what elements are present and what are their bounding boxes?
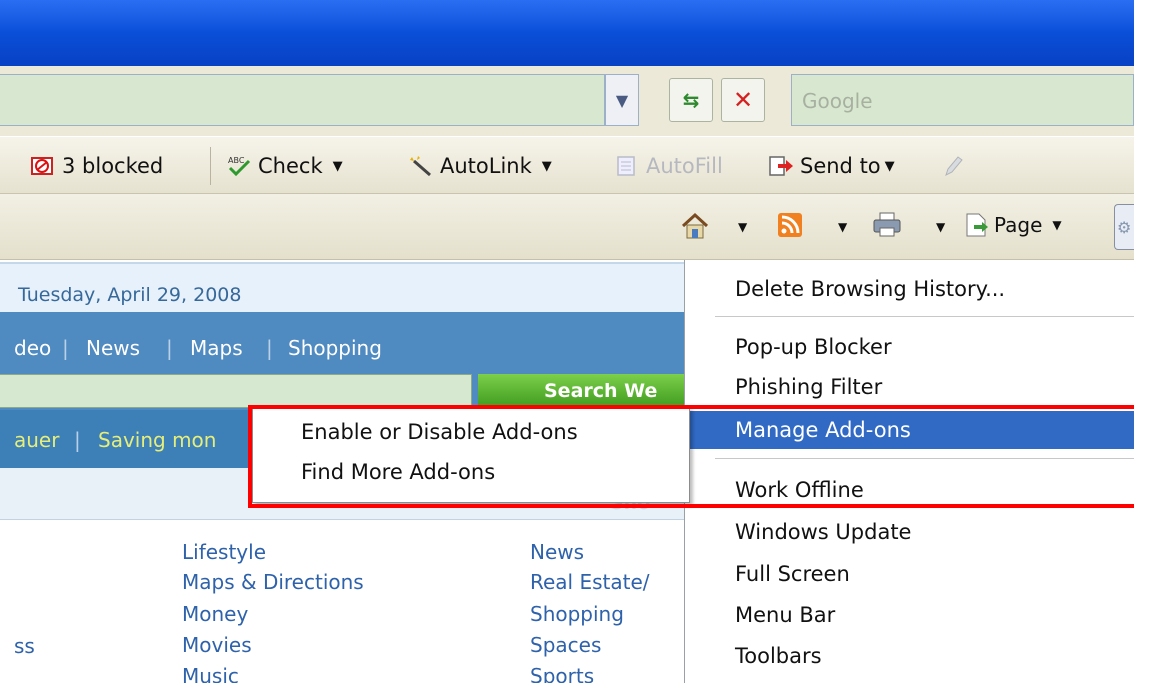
menu-item-full-screen[interactable]: Full Screen bbox=[685, 555, 1135, 593]
window-titlebar bbox=[0, 0, 1134, 66]
chevron-down-icon: ▼ bbox=[615, 90, 629, 110]
page-date: Tuesday, April 29, 2008 bbox=[18, 284, 242, 306]
tools-menu-button[interactable]: ⚙ bbox=[1114, 204, 1134, 250]
printer-icon bbox=[873, 212, 901, 237]
spell-check-button[interactable]: ABC Check ▼ bbox=[226, 151, 343, 181]
search-web-button[interactable]: Search We bbox=[478, 374, 684, 408]
refresh-button[interactable]: ⇆ bbox=[669, 78, 713, 122]
highlight-button[interactable] bbox=[940, 151, 972, 181]
page-menu-button[interactable]: Page ▼ bbox=[964, 212, 1062, 238]
add-ons-submenu: Enable or Disable Add-ons Find More Add-… bbox=[252, 407, 690, 503]
address-input[interactable] bbox=[0, 74, 605, 126]
teaser-link[interactable]: auer bbox=[14, 428, 59, 452]
chevron-down-icon[interactable]: ▼ bbox=[838, 220, 847, 234]
popup-blocked-icon bbox=[31, 157, 53, 175]
send-to-button[interactable]: Send to ▼ bbox=[768, 151, 895, 181]
category-link[interactable]: Sports bbox=[530, 664, 594, 683]
menu-item-work-offline[interactable]: Work Offline bbox=[685, 471, 1135, 509]
submenu-item-enable-disable-add-ons[interactable]: Enable or Disable Add-ons bbox=[301, 420, 578, 444]
category-link[interactable]: News bbox=[530, 540, 584, 564]
autolink-button[interactable]: AutoLink ▼ bbox=[408, 151, 552, 181]
menu-item-menu-bar[interactable]: Menu Bar bbox=[685, 596, 1135, 634]
nav-link-maps[interactable]: Maps bbox=[190, 336, 243, 360]
nav-divider: | bbox=[166, 336, 173, 360]
menu-item-windows-update[interactable]: Windows Update bbox=[685, 513, 1135, 551]
form-icon bbox=[617, 156, 635, 176]
pen-icon bbox=[945, 156, 963, 176]
spell-check-icon: ABC bbox=[228, 156, 251, 177]
nav-link-shopping[interactable]: Shopping bbox=[288, 336, 382, 360]
menu-item-toolbars[interactable]: Toolbars bbox=[685, 637, 1135, 675]
category-links: ss Lifestyle Maps & Directions Money Mov… bbox=[0, 520, 684, 683]
home-button[interactable] bbox=[680, 212, 710, 240]
category-link[interactable]: ss bbox=[14, 634, 35, 658]
send-to-icon bbox=[769, 156, 793, 176]
page-icon bbox=[966, 213, 988, 237]
menu-item-manage-add-ons[interactable]: Manage Add-ons bbox=[685, 411, 1135, 449]
category-link[interactable]: Shopping bbox=[530, 602, 624, 626]
autofill-button[interactable]: AutoFill bbox=[614, 151, 723, 181]
teaser-link[interactable]: Saving mon bbox=[98, 428, 216, 452]
category-link[interactable]: Real Estate/ bbox=[530, 570, 650, 594]
page-search-input[interactable] bbox=[0, 374, 472, 408]
popup-blocked-button[interactable]: 3 blocked bbox=[30, 151, 163, 181]
nav-link-video[interactable]: deo bbox=[14, 336, 51, 360]
category-link[interactable]: Maps & Directions bbox=[182, 570, 364, 594]
home-icon bbox=[681, 212, 709, 239]
chevron-down-icon: ▼ bbox=[1052, 218, 1062, 232]
menu-item-delete-browsing-history[interactable]: Delete Browsing History... bbox=[685, 270, 1135, 308]
gear-icon: ⚙ bbox=[1117, 217, 1132, 237]
category-link[interactable]: Spaces bbox=[530, 633, 601, 657]
chevron-down-icon[interactable]: ▼ bbox=[936, 220, 945, 234]
print-button[interactable] bbox=[872, 212, 902, 238]
chevron-down-icon[interactable]: ▼ bbox=[738, 220, 747, 234]
refresh-arrows-icon: ⇆ bbox=[682, 88, 700, 112]
nav-divider: | bbox=[62, 336, 69, 360]
address-dropdown-button[interactable]: ▼ bbox=[605, 74, 639, 126]
date-strip: Tuesday, April 29, 2008 bbox=[0, 262, 684, 312]
menu-item-popup-blocker[interactable]: Pop-up Blocker bbox=[685, 328, 1135, 366]
rss-feed-icon bbox=[778, 213, 802, 237]
stop-button[interactable]: ✕ bbox=[721, 78, 765, 122]
menu-separator bbox=[715, 316, 1135, 317]
close-icon: ✕ bbox=[732, 86, 754, 114]
category-link[interactable]: Movies bbox=[182, 633, 252, 657]
google-toolbar: 3 blocked ABC Check ▼ AutoLink ▼ AutoFil… bbox=[0, 136, 1134, 194]
chevron-down-icon: ▼ bbox=[884, 158, 895, 174]
nav-link-news[interactable]: News bbox=[86, 336, 140, 360]
chevron-down-icon: ▼ bbox=[332, 158, 343, 174]
category-link[interactable]: Lifestyle bbox=[182, 540, 266, 564]
category-link[interactable]: Music bbox=[182, 664, 239, 683]
right-margin bbox=[1134, 0, 1154, 683]
svg-text:ABC: ABC bbox=[228, 156, 245, 165]
page-nav: deo | News | Maps | Shopping bbox=[0, 312, 684, 374]
menu-item-phishing-filter[interactable]: Phishing Filter bbox=[685, 368, 1135, 406]
search-input[interactable]: Google bbox=[791, 74, 1134, 126]
command-bar: ▼ ▼ ▼ Page ▼ ⚙ bbox=[0, 194, 1134, 260]
tools-menu: Delete Browsing History... Pop-up Blocke… bbox=[684, 260, 1135, 683]
toolbar-separator bbox=[210, 147, 211, 185]
menu-separator bbox=[715, 458, 1135, 459]
category-link[interactable]: Money bbox=[182, 602, 248, 626]
address-bar: ▼ ⇆ ✕ Google bbox=[0, 66, 1134, 136]
submenu-item-find-more-add-ons[interactable]: Find More Add-ons bbox=[301, 460, 495, 484]
feeds-button[interactable] bbox=[777, 212, 803, 238]
chevron-down-icon: ▼ bbox=[541, 158, 552, 174]
nav-divider: | bbox=[266, 336, 273, 360]
teaser-divider: | bbox=[74, 428, 81, 452]
page-search-strip: Search We bbox=[0, 374, 684, 410]
magic-wand-icon bbox=[410, 156, 431, 177]
